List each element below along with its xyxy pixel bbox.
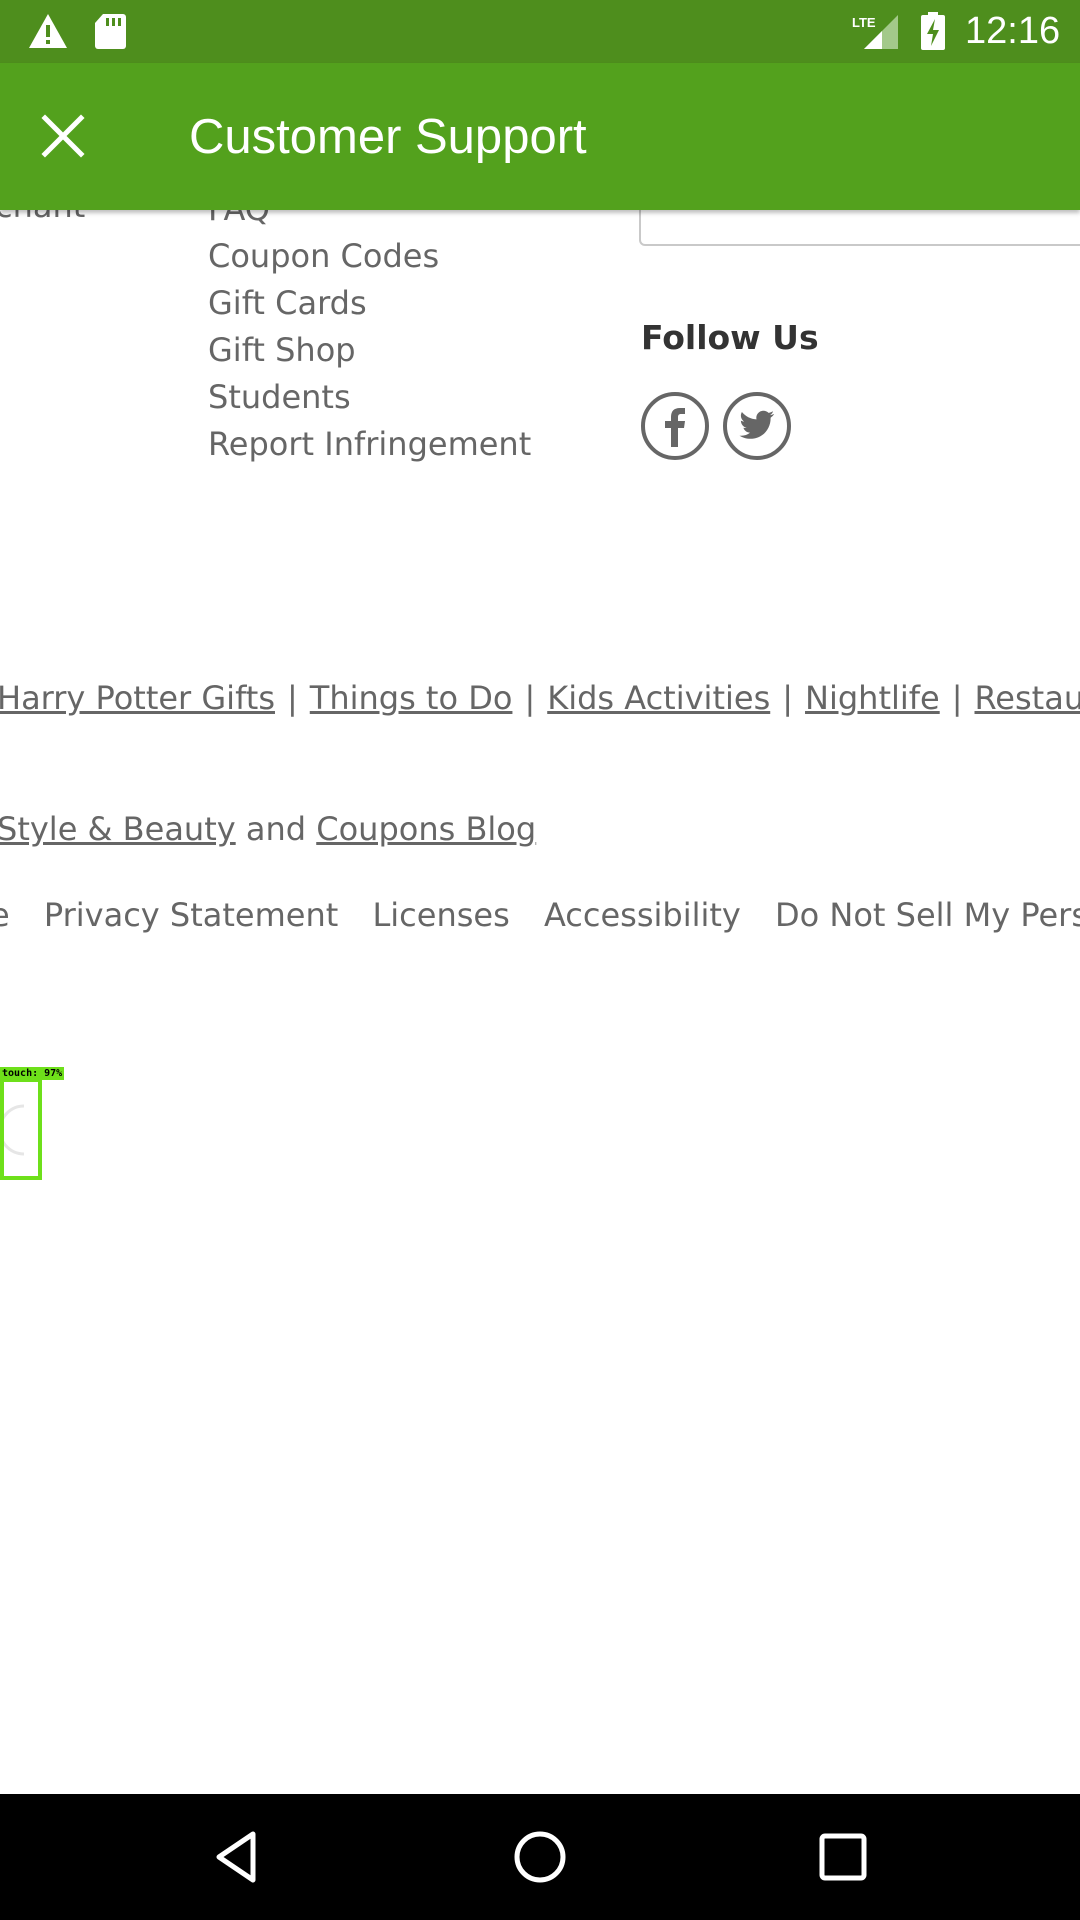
legal-link-accessibility[interactable]: Accessibility xyxy=(544,896,741,934)
link-things-to-do[interactable]: Things to Do xyxy=(310,679,513,717)
link-gift-shop[interactable]: Gift Shop xyxy=(208,327,531,374)
legal-link-do-not-sell[interactable]: Do Not Sell My Personal Inf xyxy=(775,896,1080,934)
status-bar: LTE 12:16 xyxy=(0,0,1080,63)
loading-spinner-icon xyxy=(4,1104,25,1156)
status-time: 12:16 xyxy=(965,10,1061,52)
separator: | xyxy=(286,679,298,717)
separator: | xyxy=(951,679,963,717)
follow-us-title: Follow Us xyxy=(641,318,819,357)
close-icon[interactable] xyxy=(30,103,96,169)
legal-link-cut[interactable]: e xyxy=(0,896,10,934)
link-restaurants[interactable]: Restaurants xyxy=(975,679,1080,717)
link-coupons-blog[interactable]: Coupons Blog xyxy=(316,810,536,848)
link-coupon-codes[interactable]: Coupon Codes xyxy=(208,233,531,280)
link-report-infringement[interactable]: Report Infringement xyxy=(208,421,531,468)
navigation-bar xyxy=(0,1794,1080,1920)
separator: | xyxy=(524,679,536,717)
battery-charging-icon xyxy=(921,12,945,50)
legal-link-privacy[interactable]: Privacy Statement xyxy=(44,896,338,934)
twitter-icon[interactable] xyxy=(722,391,792,461)
link-nightlife[interactable]: Nightlife xyxy=(805,679,940,717)
page-title: Customer Support xyxy=(189,110,587,164)
blog-connector: and xyxy=(235,810,317,848)
link-gift-cards[interactable]: Gift Cards xyxy=(208,280,531,327)
legal-link-licenses[interactable]: Licenses xyxy=(372,896,509,934)
legal-links-row: e Privacy Statement Licenses Accessibili… xyxy=(0,893,1080,937)
link-kids-activities[interactable]: Kids Activities xyxy=(547,679,770,717)
page-content: chant FAQ Coupon Codes Gift Cards Gift S… xyxy=(0,0,1080,1794)
footer-links-row: Harry Potter Gifts | Things to Do | Kids Act… xyxy=(0,676,1080,720)
home-icon[interactable] xyxy=(505,1822,575,1892)
svg-text:LTE: LTE xyxy=(852,15,876,30)
sd-card-icon xyxy=(95,14,126,49)
separator: | xyxy=(782,679,794,717)
link-style-beauty[interactable]: Style & Beauty xyxy=(0,810,236,848)
support-links-column: FAQ Coupon Codes Gift Cards Gift Shop St… xyxy=(208,186,531,468)
link-harry-potter-gifts[interactable]: Harry Potter Gifts xyxy=(0,679,275,717)
warning-icon xyxy=(29,14,67,48)
app-bar: Customer Support xyxy=(0,63,1080,210)
back-icon[interactable] xyxy=(203,1822,273,1892)
link-students[interactable]: Students xyxy=(208,374,531,421)
facebook-icon[interactable] xyxy=(640,391,710,461)
recent-apps-icon[interactable] xyxy=(808,1822,878,1892)
blog-links-line: Style & Beauty and Coupons Blog xyxy=(0,807,536,851)
lte-signal-icon: LTE xyxy=(852,15,898,49)
